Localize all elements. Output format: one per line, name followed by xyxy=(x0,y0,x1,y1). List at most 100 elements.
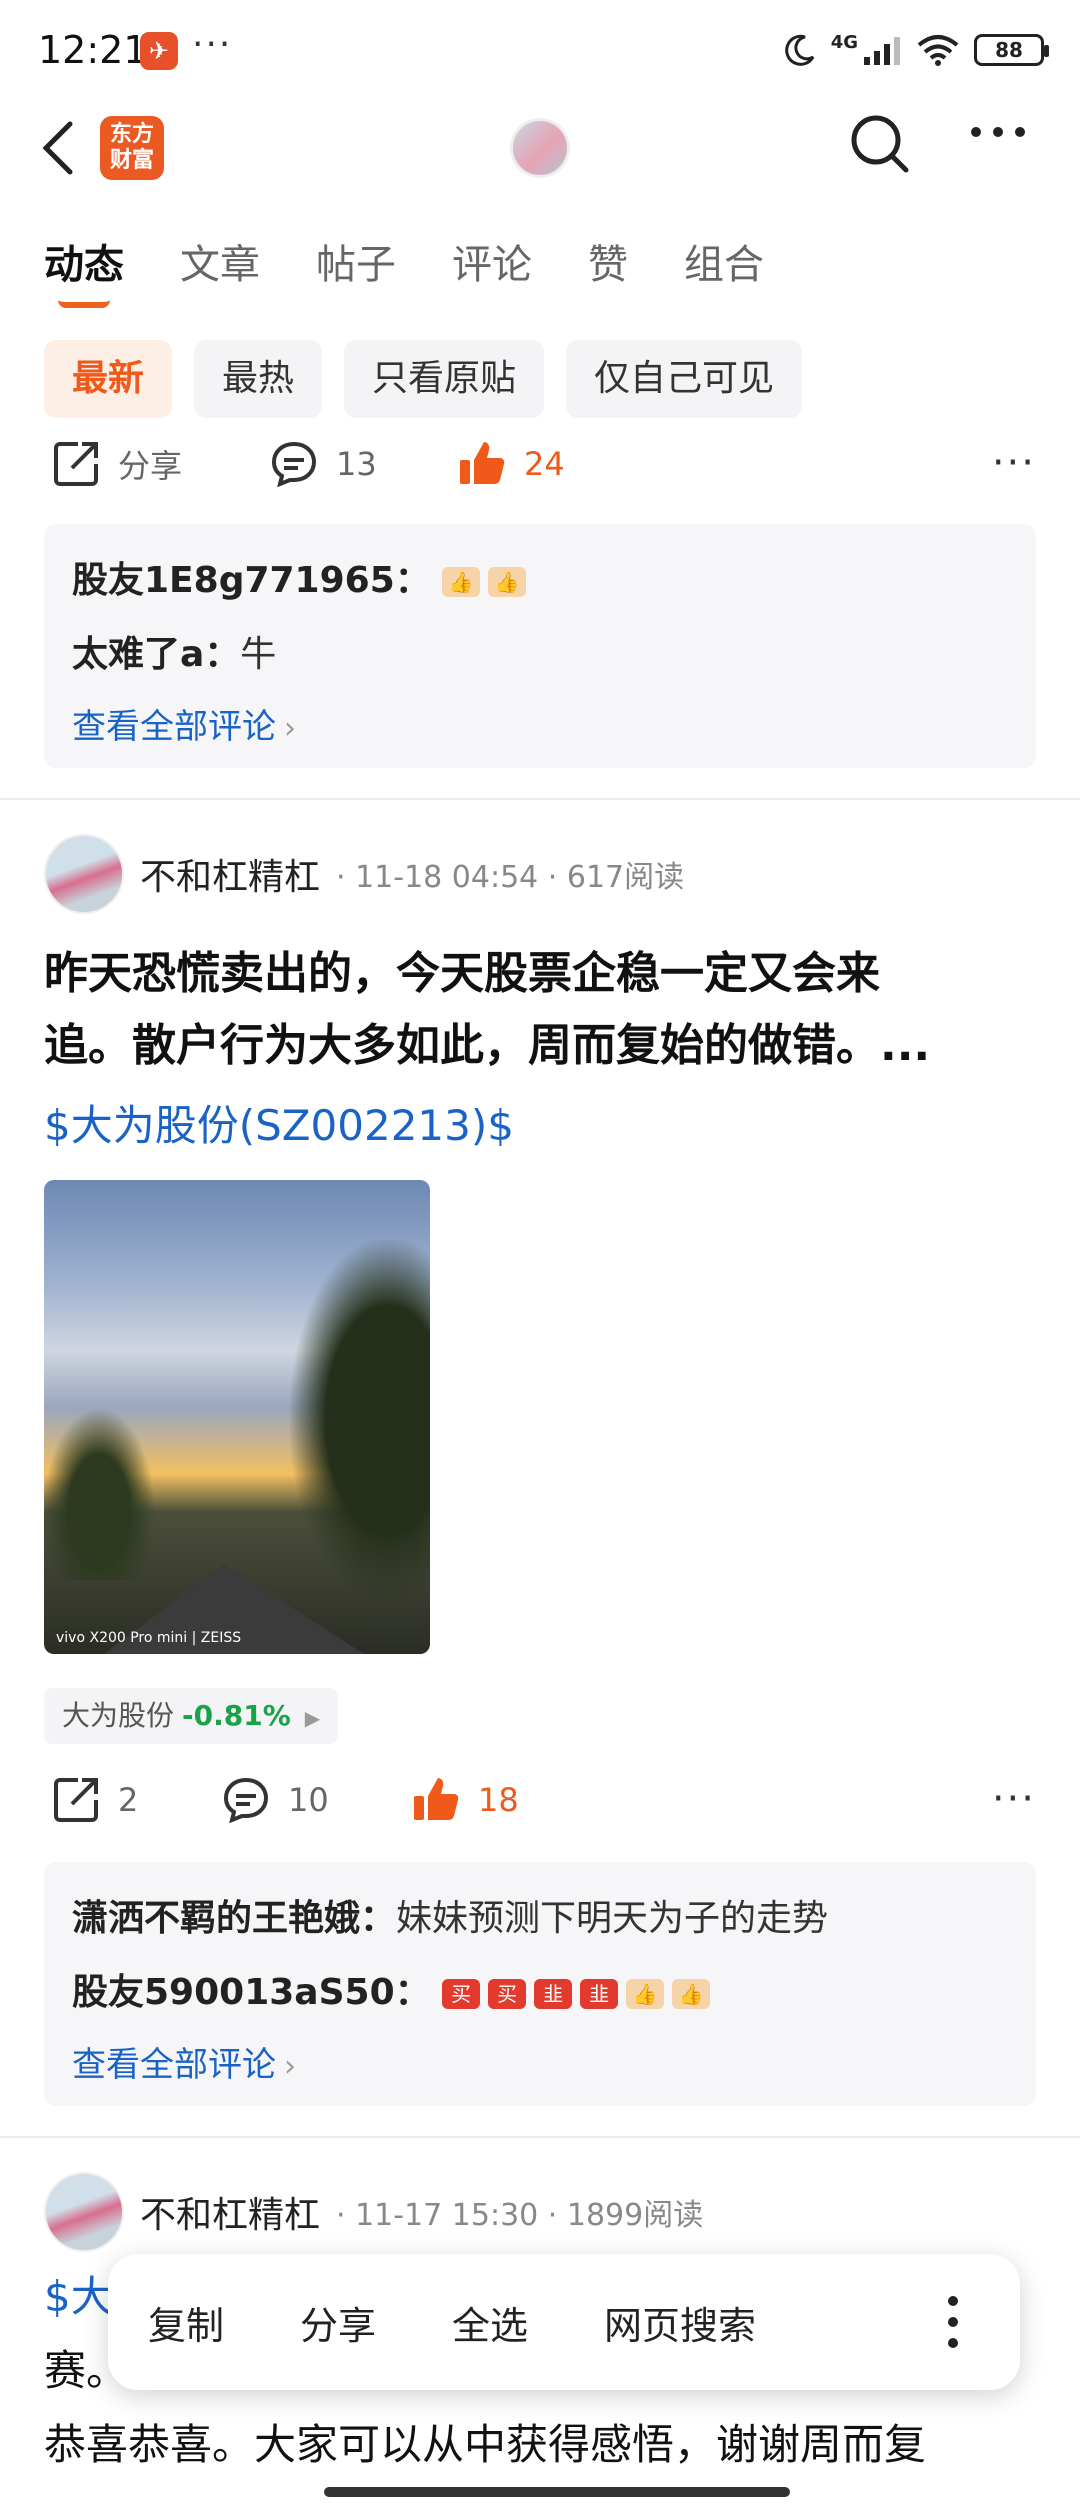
thumbs-up-emoji-icon: 👍 xyxy=(626,1979,665,2009)
logo-text-line1: 东方 xyxy=(109,122,154,147)
comment-icon xyxy=(271,441,317,488)
tab-label: 文章 xyxy=(180,242,260,288)
post-body-line: 恭喜恭喜。大家可以从中获得感悟，谢谢周而复 xyxy=(44,2420,927,2469)
comment-preview[interactable]: 潇洒不羁的王艳娥：妹妹预测下明天为子的走势 股友590013aS50： 买买韭韭… xyxy=(44,1862,1036,2106)
stock-tag-link[interactable]: $大为股份(SZ002213)$ xyxy=(44,1092,514,1153)
share-icon xyxy=(54,442,98,486)
stock-tag-link[interactable]: $大 xyxy=(44,2272,113,2321)
comment-item: 潇洒不羁的王艳娥：妹妹预测下明天为子的走势 xyxy=(72,1882,1008,1956)
post-image[interactable]: vivo X200 Pro mini | ZEISS xyxy=(44,1180,430,1654)
comment-icon xyxy=(223,1777,269,1824)
author-avatar[interactable] xyxy=(44,2172,124,2252)
view-all-label: 查看全部评论 xyxy=(72,2045,276,2085)
author-name[interactable]: 不和杠精杠 xyxy=(140,848,320,900)
post-header: 不和杠精杠 · 11-18 04:54 · 617阅读 xyxy=(44,834,1036,914)
filter-chips: 最新 最热 只看原贴 仅自己可见 xyxy=(44,340,803,418)
tab-posts[interactable]: 帖子 xyxy=(316,232,396,308)
more-vertical-icon xyxy=(948,2296,958,2348)
post-more-button[interactable]: ··· xyxy=(992,440,1036,486)
share-button[interactable]: 2 xyxy=(50,1774,138,1826)
moon-icon xyxy=(784,34,815,66)
like-count: 18 xyxy=(478,1781,519,1819)
status-icons: 4G 88 xyxy=(783,28,1049,72)
back-button[interactable] xyxy=(38,118,98,208)
comment-preview[interactable]: 股友1E8g771965： 👍 👍 太难了a：牛 查看全部评论 › xyxy=(44,524,1036,768)
text-selection-menu: 复制 分享 全选 网页搜索 xyxy=(108,2254,1020,2390)
like-button[interactable]: 18 xyxy=(410,1774,519,1826)
comment-count: 10 xyxy=(288,1781,329,1819)
read-count: 1899阅读 xyxy=(566,2198,704,2233)
post-actions: 分享 13 24 ··· xyxy=(0,428,1080,508)
thumbs-up-icon xyxy=(460,442,505,484)
stock-quote-chip[interactable]: 大为股份 -0.81% ▶ xyxy=(44,1688,339,1744)
tab-dynamic[interactable]: 动态 xyxy=(44,232,124,308)
share-count: 2 xyxy=(118,1781,139,1819)
stock-name: 大为股份 xyxy=(62,1699,175,1732)
tab-comments[interactable]: 评论 xyxy=(452,232,532,308)
post-title[interactable]: 昨天恐慌卖出的，今天股票企稳一定又会来 追。散户行为大多如此，周而复始的做错。.… xyxy=(44,938,1036,1082)
comment-button[interactable]: 13 xyxy=(268,438,377,490)
filter-original-only[interactable]: 只看原贴 xyxy=(344,340,545,418)
app-logo: 东方 财富 xyxy=(100,116,164,180)
comment-count: 13 xyxy=(336,445,377,483)
author-avatar[interactable] xyxy=(44,834,124,914)
tab-label: 帖子 xyxy=(316,242,396,288)
read-count: 617阅读 xyxy=(566,860,685,895)
post-title-line: 昨天恐慌卖出的，今天股票企稳一定又会来 xyxy=(44,948,880,999)
post-actions: 2 10 18 ··· xyxy=(0,1764,1080,1844)
comment-author: 太难了a： xyxy=(72,634,241,675)
thumbs-up-icon xyxy=(414,1778,459,1820)
tab-label: 评论 xyxy=(452,242,532,288)
select-all-menu-item[interactable]: 全选 xyxy=(452,2295,528,2350)
filter-hottest[interactable]: 最热 xyxy=(194,340,323,418)
author-name[interactable]: 不和杠精杠 xyxy=(140,2186,320,2238)
triangle-right-icon: ▶ xyxy=(304,1706,321,1730)
profile-tabs: 动态 文章 帖子 评论 赞 组合 xyxy=(44,232,820,308)
signal-icon xyxy=(864,37,900,65)
chive-emoji-icon: 韭 xyxy=(534,1979,573,2009)
search-button[interactable] xyxy=(848,112,918,182)
comment-text: 妹妹预测下明天为子的走势 xyxy=(396,1898,829,1939)
more-horizontal-icon xyxy=(971,127,1025,137)
tab-label: 赞 xyxy=(588,242,628,288)
post-meta: · 11-18 04:54 · 617阅读 xyxy=(336,860,685,895)
tab-label: 动态 xyxy=(44,242,124,288)
chevron-left-icon xyxy=(42,121,73,175)
post-time: 11-18 04:54 xyxy=(355,860,539,895)
comment-button[interactable]: 10 xyxy=(220,1774,329,1826)
share-menu-item[interactable]: 分享 xyxy=(300,2295,376,2350)
thumbs-up-emoji-icon: 👍 xyxy=(672,1979,711,2009)
chevron-right-icon: › xyxy=(284,2049,296,2084)
image-trees-right xyxy=(290,1240,430,1600)
tab-portfolio[interactable]: 组合 xyxy=(684,232,764,308)
view-all-comments-link[interactable]: 查看全部评论 › xyxy=(72,2030,1008,2102)
comment-author: 股友590013aS50： xyxy=(72,1972,431,2013)
more-options-button[interactable] xyxy=(970,122,1030,172)
logo-text-line2: 财富 xyxy=(109,148,154,173)
post-more-button[interactable]: ··· xyxy=(992,1776,1036,1822)
like-button[interactable]: 24 xyxy=(456,438,565,490)
copy-menu-item[interactable]: 复制 xyxy=(148,2295,224,2350)
comment-item: 股友590013aS50： 买买韭韭 👍 👍 xyxy=(72,1956,1008,2030)
tab-likes[interactable]: 赞 xyxy=(588,232,628,308)
chevron-right-icon: › xyxy=(284,711,296,746)
comment-item: 太难了a：牛 xyxy=(72,618,1008,692)
comment-author: 股友1E8g771965： xyxy=(72,560,431,601)
web-search-menu-item[interactable]: 网页搜索 xyxy=(604,2295,756,2350)
thumbs-up-emoji-icon: 👍 xyxy=(442,567,481,597)
comment-author: 潇洒不羁的王艳娥： xyxy=(72,1898,397,1939)
filter-latest[interactable]: 最新 xyxy=(44,340,173,418)
network-type-label: 4G xyxy=(830,31,858,53)
tab-articles[interactable]: 文章 xyxy=(180,232,260,308)
comment-item: 股友1E8g771965： 👍 👍 xyxy=(72,544,1008,618)
home-indicator[interactable] xyxy=(324,2487,790,2497)
profile-avatar[interactable] xyxy=(510,118,570,178)
filter-private-only[interactable]: 仅自己可见 xyxy=(566,340,803,418)
buy-emoji-icon: 买 xyxy=(488,1979,527,2009)
post-header: 不和杠精杠 · 11-17 15:30 · 1899阅读 xyxy=(44,2172,1036,2252)
popup-more-button[interactable] xyxy=(946,2294,960,2354)
view-all-comments-link[interactable]: 查看全部评论 › xyxy=(72,692,1008,764)
status-bar: 12:21 ✈ ··· 4G 88 xyxy=(0,0,1080,100)
share-button[interactable]: 分享 xyxy=(50,438,182,490)
share-label: 分享 xyxy=(118,447,183,485)
